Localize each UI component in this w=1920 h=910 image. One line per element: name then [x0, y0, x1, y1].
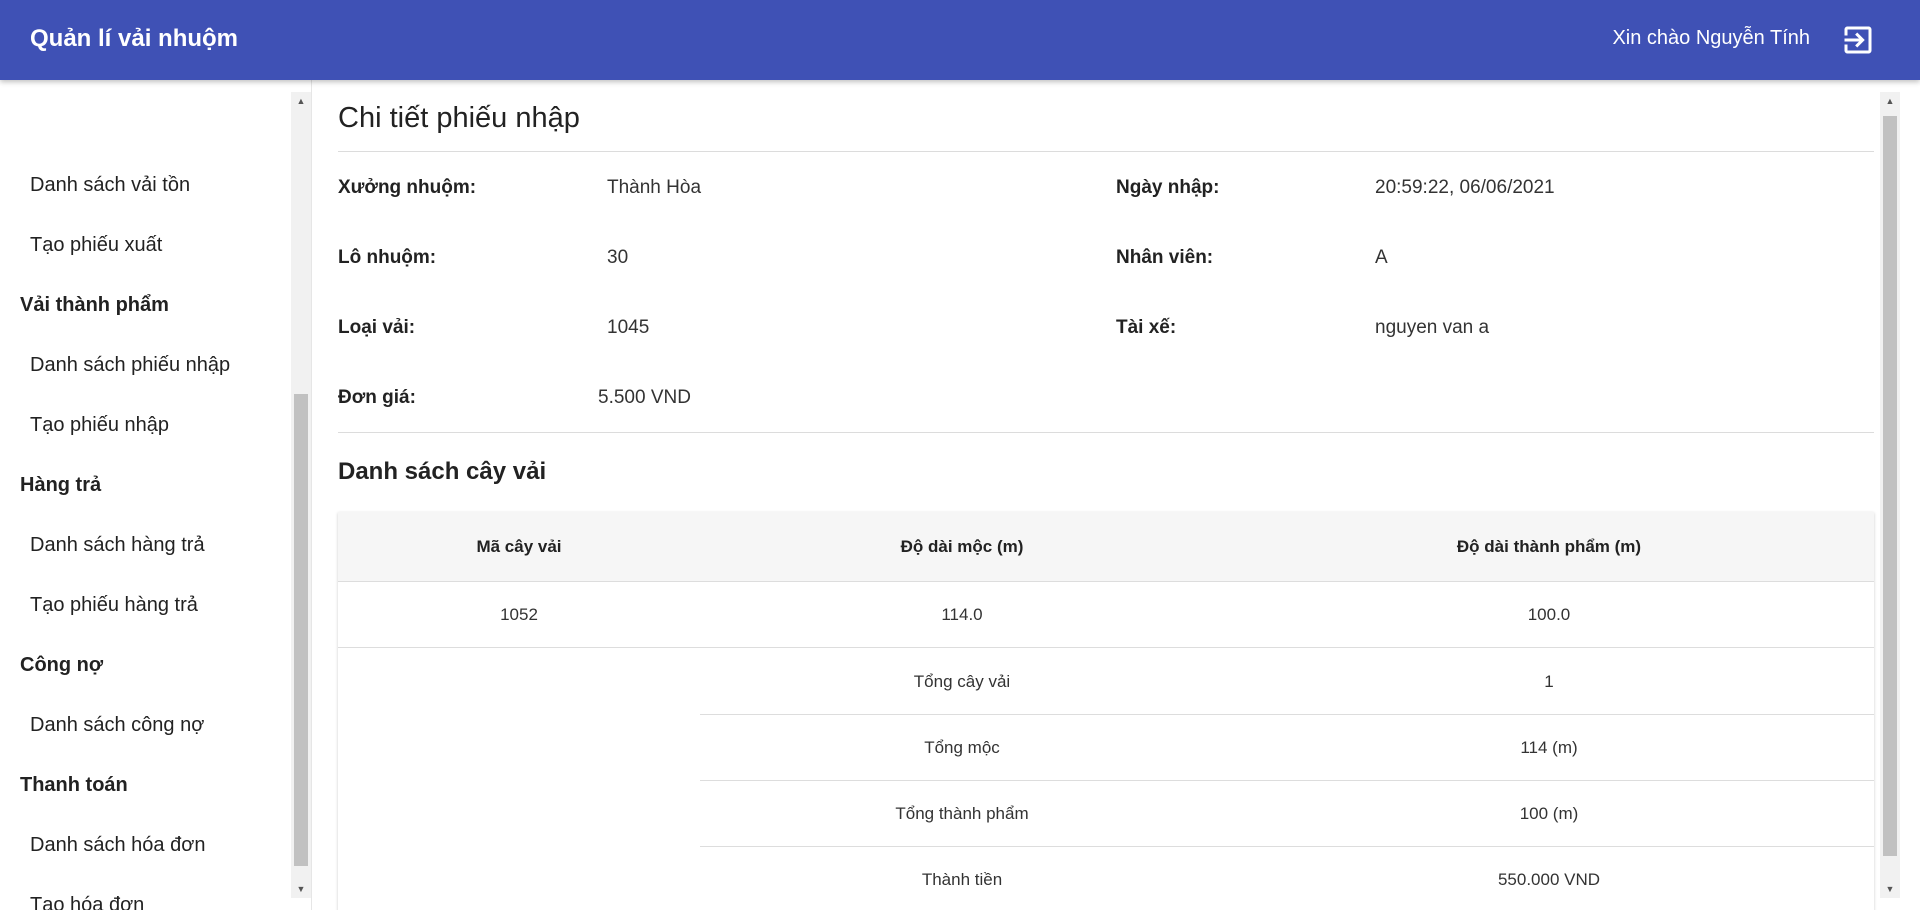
- page-title: Chi tiết phiếu nhập: [338, 102, 580, 134]
- logout-icon: [1844, 26, 1872, 54]
- scroll-down-arrow-icon[interactable]: ▼: [291, 880, 311, 898]
- scroll-down-arrow-icon[interactable]: ▼: [1880, 880, 1900, 898]
- fields-divider: [338, 432, 1874, 433]
- sidebar-scrollbar-thumb[interactable]: [294, 394, 308, 866]
- summary-row-total-amount: Thành tiền 550.000 VND: [700, 847, 1874, 910]
- fabric-roll-table: Mã cây vải Độ dài mộc (m) Độ dài thành p…: [338, 512, 1874, 910]
- sidebar-item-create-invoice[interactable]: Tạo hóa đơn: [0, 875, 292, 910]
- driver-value: nguyen van a: [1375, 317, 1490, 338]
- summary-value: 550.000 VND: [1497, 870, 1601, 889]
- summary-row-total-finished: Tổng thành phẩm 100 (m): [700, 781, 1874, 847]
- staff-label: Nhân viên:: [1116, 247, 1214, 268]
- sidebar-group-payments: Thanh toán: [20, 774, 128, 796]
- summary-row-total-raw: Tổng mộc 114 (m): [700, 715, 1874, 781]
- main-scrollbar-thumb[interactable]: [1883, 116, 1897, 856]
- sidebar-item-import-slip-list[interactable]: Danh sách phiếu nhập: [0, 335, 292, 395]
- summary-row-total-rolls: Tổng cây vải 1: [700, 649, 1874, 715]
- roll-code-cell: 1052: [500, 605, 538, 624]
- sidebar-item-debt-list[interactable]: Danh sách công nợ: [0, 695, 292, 755]
- sidebar-item-create-import-slip[interactable]: Tạo phiếu nhập: [0, 395, 292, 455]
- title-divider: [338, 151, 1874, 152]
- sidebar-item-invoice-list[interactable]: Danh sách hóa đơn: [0, 815, 292, 875]
- fabric-roll-list-title: Danh sách cây vải: [338, 458, 547, 485]
- unit-price-label: Đơn giá:: [338, 387, 416, 408]
- summary-value: 100 (m): [1519, 804, 1579, 823]
- sidebar-group-finished-fabric: Vải thành phẩm: [20, 294, 169, 316]
- summary-value: 114 (m): [1520, 738, 1578, 757]
- sidebar-item-leftover-fabric-list[interactable]: Danh sách vải tồn: [0, 155, 292, 215]
- dye-lot-value: 30: [607, 247, 629, 268]
- summary-value: 1: [1544, 672, 1554, 691]
- user-greeting: Xin chào Nguyễn Tính: [1612, 27, 1810, 49]
- column-header-raw-length: Độ dài mộc (m): [900, 537, 1024, 556]
- sidebar-scrollbar[interactable]: ▲ ▼: [291, 92, 311, 898]
- driver-label: Tài xế:: [1116, 317, 1177, 338]
- sidebar-group-debts: Công nợ: [20, 654, 104, 676]
- column-header-roll-code: Mã cây vải: [476, 537, 562, 556]
- app-title: Quản lí vải nhuộm: [30, 25, 239, 52]
- finished-length-cell: 100.0: [1527, 605, 1571, 624]
- main-scrollbar[interactable]: ▲ ▼: [1880, 92, 1900, 898]
- dye-house-value: Thành Hòa: [607, 177, 702, 198]
- dye-house-label: Xưởng nhuộm:: [338, 177, 477, 198]
- dye-lot-label: Lô nhuộm:: [338, 247, 437, 268]
- summary-label: Tổng thành phẩm: [895, 804, 1029, 823]
- import-date-label: Ngày nhập:: [1116, 177, 1220, 198]
- staff-value: A: [1375, 247, 1388, 268]
- raw-length-cell: 114.0: [941, 605, 983, 624]
- scroll-up-arrow-icon[interactable]: ▲: [1880, 92, 1900, 110]
- app-bar: Quản lí vải nhuộm Xin chào Nguyễn Tính: [0, 0, 1920, 80]
- sidebar: Danh sách vải tồn Tạo phiếu xuất Vải thà…: [0, 80, 312, 910]
- summary-label: Thành tiền: [921, 870, 1003, 889]
- scroll-up-arrow-icon[interactable]: ▲: [291, 92, 311, 110]
- main-content: Chi tiết phiếu nhập Xưởng nhuộm: Thành H…: [312, 80, 1900, 910]
- logout-button[interactable]: [1840, 22, 1876, 58]
- summary-label: Tổng cây vải: [913, 672, 1011, 691]
- column-header-finished-length: Độ dài thành phẩm (m): [1456, 537, 1642, 556]
- import-date-value: 20:59:22, 06/06/2021: [1375, 177, 1555, 198]
- sidebar-item-create-return-slip[interactable]: Tạo phiếu hàng trả: [0, 575, 292, 635]
- fabric-type-value: 1045: [607, 317, 650, 338]
- table-header: Mã cây vải Độ dài mộc (m) Độ dài thành p…: [338, 512, 1874, 582]
- unit-price-value: 5.500 VND: [598, 387, 691, 408]
- summary-label: Tổng mộc: [924, 738, 1000, 757]
- sidebar-group-returns: Hàng trả: [20, 474, 102, 496]
- fabric-type-label: Loại vải:: [338, 317, 416, 338]
- table-row: 1052 114.0 100.0: [338, 582, 1874, 648]
- sidebar-item-create-export-slip[interactable]: Tạo phiếu xuất: [0, 215, 292, 275]
- sidebar-item-returns-list[interactable]: Danh sách hàng trả: [0, 515, 292, 575]
